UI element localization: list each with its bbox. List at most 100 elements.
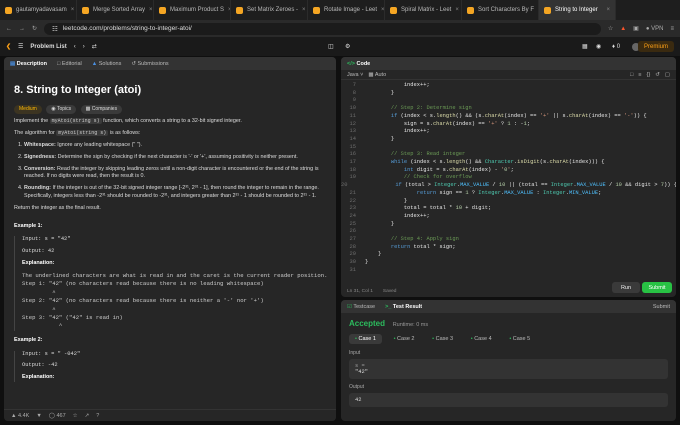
- close-icon[interactable]: ×: [149, 7, 153, 13]
- comments-button[interactable]: ◯ 467: [49, 413, 66, 419]
- streak-indicator[interactable]: ♦ 0: [612, 44, 620, 50]
- browser-tab[interactable]: Set Matrix Zeroes - ×: [231, 0, 308, 20]
- tab-testcase[interactable]: ☑ Testcase: [347, 304, 375, 310]
- code-line[interactable]: 19 // Check for overflow: [341, 174, 676, 182]
- close-icon[interactable]: ×: [71, 7, 75, 13]
- browser-tab[interactable]: String to Integer ×: [539, 0, 616, 20]
- like-button[interactable]: ▲ 4.4K: [11, 413, 29, 419]
- case-tab-4[interactable]: • Case 4: [465, 334, 498, 344]
- mode-toggle[interactable]: ▩ Auto: [368, 72, 386, 78]
- difficulty-badge[interactable]: Medium: [14, 104, 42, 115]
- help-icon[interactable]: ?: [96, 413, 99, 419]
- debug-icon[interactable]: ◉: [596, 43, 601, 50]
- favicon-icon: [313, 6, 320, 14]
- code-line[interactable]: 16 // Step 3: Read integer: [341, 151, 676, 159]
- code-line[interactable]: 23 total = total * 10 + digit;: [341, 205, 676, 213]
- format-icon[interactable]: ≡: [638, 72, 641, 78]
- problem-list-icon[interactable]: ☰: [18, 43, 23, 50]
- code-line[interactable]: 28 return total * sign;: [341, 244, 676, 252]
- bookmark-icon[interactable]: □: [630, 72, 633, 78]
- brave-shield-icon[interactable]: ▲: [620, 26, 626, 32]
- browser-tab[interactable]: Maximum Product S×: [154, 0, 231, 20]
- back-icon[interactable]: ←: [6, 26, 12, 32]
- close-icon[interactable]: ×: [606, 7, 610, 13]
- tab-submissions[interactable]: ↺ Submissions: [131, 61, 168, 67]
- code-line[interactable]: 25 }: [341, 221, 676, 229]
- browser-tab[interactable]: Spiral Matrix - Leet ×: [385, 0, 462, 20]
- code-tab[interactable]: </> Code: [347, 61, 370, 67]
- bookmark-star-icon[interactable]: ☆: [608, 25, 613, 32]
- code-line[interactable]: 7 index++;: [341, 82, 676, 90]
- browser-tab[interactable]: Rotate Image - Leet ×: [308, 0, 385, 20]
- close-icon[interactable]: ×: [455, 7, 459, 13]
- result-panel: ☑ Testcase >_ Test Result Submit Accepte…: [341, 300, 676, 421]
- code-line[interactable]: 10 // Step 2: Determine sign: [341, 105, 676, 113]
- prev-problem-icon[interactable]: ‹: [74, 44, 76, 50]
- reset-icon[interactable]: ↺: [655, 72, 660, 78]
- checkbox-icon: ☑: [347, 303, 352, 310]
- tab-solutions[interactable]: ▲ Solutions: [92, 61, 122, 67]
- layout-icon[interactable]: ◫: [328, 43, 334, 50]
- settings-icon[interactable]: ⚙: [345, 43, 350, 50]
- case-tab-3[interactable]: • Case 3: [426, 334, 459, 344]
- share-icon[interactable]: ↗: [85, 413, 90, 419]
- code-line[interactable]: 31: [341, 267, 676, 275]
- code-line[interactable]: 12 sign = s.charAt(index) == '+' ? 1 : -…: [341, 121, 676, 129]
- line-text: return sign == 1 ? Integer.MAX_VALUE : I…: [416, 189, 602, 196]
- favicon-icon: [544, 6, 551, 14]
- submit-hint[interactable]: Submit: [653, 304, 670, 310]
- terminal-icon: >_: [385, 303, 392, 310]
- line-text: }: [365, 135, 395, 142]
- close-icon[interactable]: ×: [302, 7, 306, 13]
- code-line[interactable]: 26: [341, 228, 676, 236]
- code-line[interactable]: 30}: [341, 259, 676, 267]
- code-line[interactable]: 15: [341, 144, 676, 152]
- code-line[interactable]: 9: [341, 97, 676, 105]
- case-tab-2[interactable]: • Case 2: [388, 334, 421, 344]
- case-tab-1[interactable]: • Case 1: [349, 334, 382, 344]
- grid-icon[interactable]: ▦: [582, 43, 588, 50]
- browser-tab[interactable]: Merge Sorted Array ×: [77, 0, 154, 20]
- shuffle-icon[interactable]: ⇄: [92, 43, 97, 50]
- code-line[interactable]: 11 if (index < s.length() && (s.charAt(i…: [341, 113, 676, 121]
- problem-list-link[interactable]: Problem List: [30, 44, 66, 50]
- code-line[interactable]: 20 if (total > Integer.MAX_VALUE / 10 ||…: [341, 182, 676, 190]
- code-line[interactable]: 21 return sign == 1 ? Integer.MAX_VALUE …: [341, 190, 676, 198]
- tab-test-result[interactable]: >_ Test Result: [385, 304, 422, 310]
- code-line[interactable]: 27 // Step 4: Apply sign: [341, 236, 676, 244]
- next-problem-icon[interactable]: ›: [83, 44, 85, 50]
- browser-tab[interactable]: gautamyadavasam ×: [0, 0, 77, 20]
- favorite-icon[interactable]: ☆: [73, 413, 78, 419]
- braces-icon[interactable]: {}: [647, 72, 651, 78]
- code-line[interactable]: 22 }: [341, 198, 676, 206]
- language-select[interactable]: Java ˅: [347, 72, 363, 78]
- browser-tab[interactable]: Sort Characters By F×: [462, 0, 539, 20]
- code-line[interactable]: 13 index++;: [341, 128, 676, 136]
- extensions-icon[interactable]: ▣: [633, 25, 639, 32]
- code-line[interactable]: 17 while (index < s.length() && Characte…: [341, 159, 676, 167]
- address-bar[interactable]: ☷ leetcode.com/problems/string-to-intege…: [44, 22, 601, 35]
- code-editor[interactable]: 7 index++; 8 } 9 10 // Step 2: Determine si…: [341, 80, 676, 286]
- code-line[interactable]: 24 index++;: [341, 213, 676, 221]
- code-line[interactable]: 14 }: [341, 136, 676, 144]
- browser-tab-label: Rotate Image - Leet: [324, 7, 378, 13]
- forward-icon[interactable]: →: [19, 26, 25, 32]
- companies-chip[interactable]: ▩ Companies: [80, 104, 123, 115]
- menu-icon[interactable]: ≡: [670, 26, 674, 32]
- tab-description[interactable]: ▤ Description: [10, 61, 47, 67]
- fullscreen-icon[interactable]: ▢: [665, 72, 670, 78]
- code-line[interactable]: 18 int digit = s.charAt(index) - '0';: [341, 167, 676, 175]
- topics-chip[interactable]: ◉ Topics: [46, 104, 77, 115]
- code-line[interactable]: 29 }: [341, 251, 676, 259]
- dislike-button[interactable]: ▼: [36, 413, 41, 419]
- leetcode-logo-icon[interactable]: ❮: [6, 43, 11, 50]
- site-info-icon[interactable]: ☷: [52, 25, 58, 33]
- reload-icon[interactable]: ↻: [32, 25, 37, 32]
- case-tab-5[interactable]: • Case 5: [503, 334, 536, 344]
- vpn-button[interactable]: ● VPN: [646, 26, 664, 32]
- run-button[interactable]: Run: [612, 282, 640, 293]
- code-line[interactable]: 8 }: [341, 90, 676, 98]
- submit-button[interactable]: Submit: [642, 282, 672, 293]
- tab-editorial[interactable]: □ Editorial: [57, 61, 82, 67]
- premium-button[interactable]: Premium: [637, 41, 674, 52]
